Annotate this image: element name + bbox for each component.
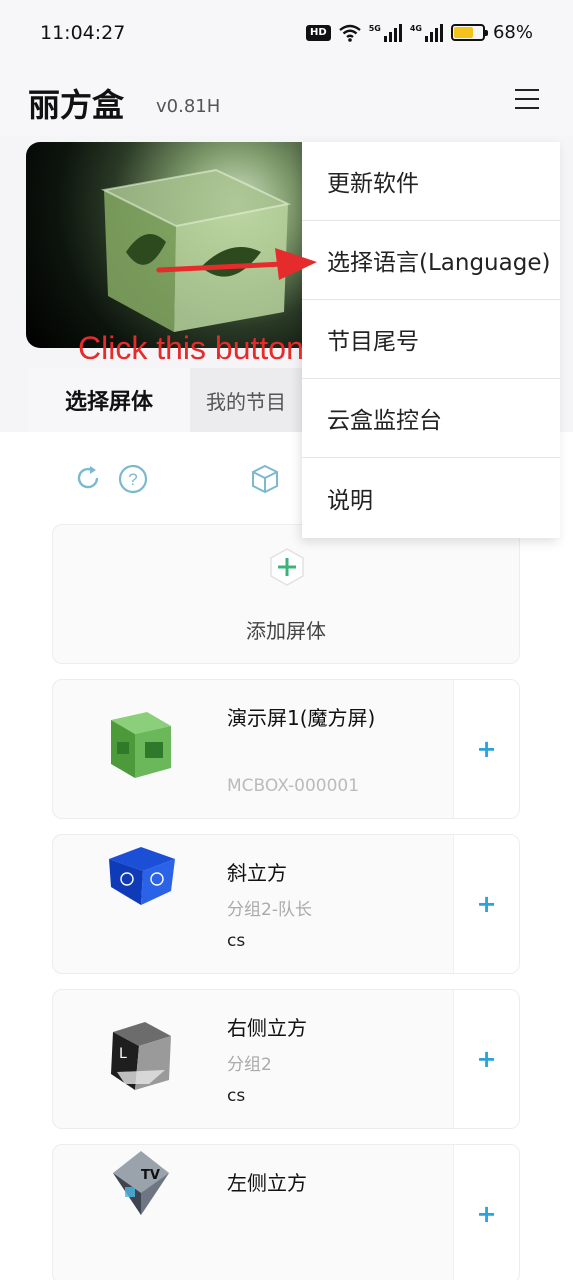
status-time: 11:04:27 — [40, 22, 126, 44]
menu-item-program-suffix[interactable]: 节目尾号 — [302, 300, 560, 379]
refresh-icon[interactable] — [74, 464, 102, 492]
status-bar: 11:04:27 HD 5G 4G 68% — [0, 0, 573, 64]
add-program-button[interactable]: + — [453, 990, 519, 1128]
screen-code: cs — [227, 1086, 246, 1106]
help-icon[interactable]: ? — [118, 464, 148, 494]
silver-cube-icon: L — [111, 1022, 171, 1090]
screen-name: 右侧立方 — [227, 1016, 307, 1040]
signal-5g-icon: 5G — [369, 23, 402, 42]
screen-item[interactable]: 演示屏1(魔方屏) MCBOX-000001 + — [52, 679, 520, 819]
screen-item[interactable]: 斜立方 分组2-队长 cs + — [52, 834, 520, 974]
battery-icon — [450, 24, 488, 41]
screen-item[interactable]: TV 左侧立方 + — [52, 1144, 520, 1280]
menu-button[interactable] — [512, 84, 542, 114]
hamburger-icon — [515, 89, 539, 91]
screen-name: 左侧立方 — [227, 1171, 307, 1195]
menu-item-update[interactable]: 更新软件 — [302, 142, 560, 221]
screen-group: 分组2-队长 — [227, 900, 312, 920]
red-arrow-icon — [156, 248, 317, 280]
tv-cube-icon: TV — [113, 1151, 169, 1215]
app-version: v0.81H — [156, 96, 221, 117]
svg-text:L: L — [119, 1046, 127, 1062]
cube-icon[interactable] — [250, 464, 280, 494]
add-program-button[interactable]: + — [453, 1145, 519, 1280]
add-screen-label: 添加屏体 — [246, 619, 326, 643]
add-program-button[interactable]: + — [453, 680, 519, 818]
signal-4g-icon: 4G — [410, 23, 443, 42]
menu-item-cloud-monitor[interactable]: 云盒监控台 — [302, 379, 560, 458]
hex-plus-icon — [270, 548, 304, 586]
green-cube-icon — [111, 712, 171, 778]
annotation-label: Click this button — [78, 330, 304, 366]
blue-cube-icon — [109, 847, 175, 905]
tab-select-screen[interactable]: 选择屏体 — [28, 368, 190, 432]
tab-bar: 选择屏体 我的节目 — [0, 368, 302, 432]
screen-name: 斜立方 — [227, 861, 287, 885]
status-icons: HD 5G 4G 68% — [306, 22, 533, 43]
wifi-icon — [338, 24, 361, 42]
menu-item-language[interactable]: 选择语言(Language) — [302, 221, 560, 300]
add-screen-card[interactable]: 添加屏体 — [52, 524, 520, 664]
svg-text:?: ? — [128, 470, 137, 489]
add-program-button[interactable]: + — [453, 835, 519, 973]
screen-item[interactable]: L 右侧立方 分组2 cs + — [52, 989, 520, 1129]
screen-name: 演示屏1(魔方屏) — [227, 706, 376, 730]
app-bar: 丽方盒 v0.81H — [0, 64, 573, 136]
screen-code: MCBOX-000001 — [227, 776, 360, 796]
app-title: 丽方盒 — [28, 86, 125, 124]
menu-item-help[interactable]: 说明 — [302, 458, 560, 537]
overflow-menu: 更新软件 选择语言(Language) 节目尾号 云盒监控台 说明 — [302, 142, 560, 538]
svg-text:TV: TV — [141, 1168, 160, 1183]
screen-group: 分组2 — [227, 1055, 272, 1075]
battery-percent: 68% — [492, 22, 533, 43]
tab-my-programs[interactable]: 我的节目 — [190, 368, 302, 432]
hd-icon: HD — [306, 24, 331, 41]
screen-code: cs — [227, 931, 246, 951]
